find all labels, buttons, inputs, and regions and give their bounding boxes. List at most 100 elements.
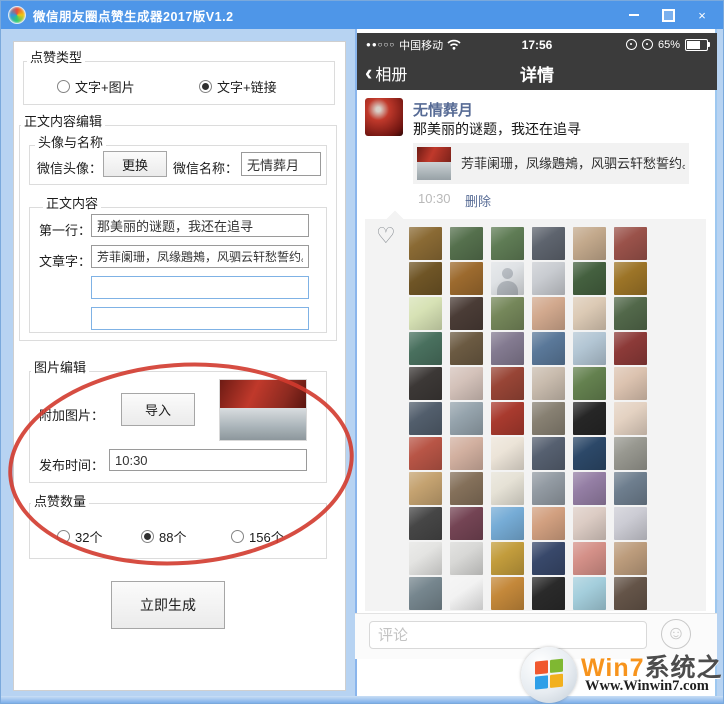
like-avatar[interactable]: [532, 332, 565, 365]
alarm-icon: [642, 39, 653, 50]
like-avatar[interactable]: [532, 262, 565, 295]
like-avatar[interactable]: [409, 542, 442, 575]
extra-line1-input[interactable]: [91, 276, 309, 299]
radio-count-88[interactable]: 88个: [141, 527, 186, 546]
like-avatar[interactable]: [573, 332, 606, 365]
article-text-input[interactable]: [91, 245, 309, 268]
radio-circle-icon[interactable]: [199, 80, 212, 93]
like-avatar[interactable]: [573, 297, 606, 330]
radio-text-image[interactable]: 文字+图片: [57, 77, 135, 96]
like-avatar[interactable]: [532, 577, 565, 610]
like-avatar[interactable]: [532, 472, 565, 505]
like-avatar[interactable]: [532, 437, 565, 470]
like-avatar[interactable]: [409, 402, 442, 435]
like-avatar[interactable]: [450, 402, 483, 435]
like-avatar[interactable]: [409, 262, 442, 295]
like-avatar[interactable]: [573, 507, 606, 540]
like-avatar[interactable]: [532, 367, 565, 400]
like-avatar[interactable]: [409, 367, 442, 400]
like-avatar[interactable]: [614, 227, 647, 260]
generate-button[interactable]: 立即生成: [111, 581, 225, 629]
like-avatar[interactable]: [532, 227, 565, 260]
like-avatar[interactable]: [573, 227, 606, 260]
like-avatar[interactable]: [491, 472, 524, 505]
like-avatar[interactable]: [573, 577, 606, 610]
back-chevron-icon: ‹: [365, 63, 372, 83]
like-avatar[interactable]: [573, 367, 606, 400]
like-avatar[interactable]: [532, 542, 565, 575]
post-author-avatar[interactable]: [365, 98, 403, 136]
like-avatar[interactable]: [409, 577, 442, 610]
wechat-name-input[interactable]: [241, 152, 321, 176]
change-avatar-button[interactable]: 更换: [103, 151, 167, 177]
radio-count-156[interactable]: 156个: [231, 527, 284, 546]
radio-count-32[interactable]: 32个: [57, 527, 102, 546]
like-avatar[interactable]: [614, 437, 647, 470]
like-avatar[interactable]: [450, 472, 483, 505]
like-avatar[interactable]: [491, 367, 524, 400]
like-avatar[interactable]: [614, 542, 647, 575]
publish-time-input[interactable]: [109, 449, 307, 471]
like-avatar[interactable]: [614, 402, 647, 435]
extra-line2-input[interactable]: [91, 307, 309, 330]
like-avatar[interactable]: [409, 472, 442, 505]
like-avatar[interactable]: [614, 332, 647, 365]
like-avatar[interactable]: [409, 227, 442, 260]
like-avatar[interactable]: [614, 262, 647, 295]
like-avatar[interactable]: [491, 227, 524, 260]
like-avatar[interactable]: [491, 542, 524, 575]
maximize-button[interactable]: [661, 8, 675, 22]
delete-link[interactable]: 删除: [465, 191, 491, 210]
post-author-name[interactable]: 无情葬月: [413, 99, 473, 120]
like-avatar[interactable]: [450, 507, 483, 540]
like-avatar[interactable]: [450, 542, 483, 575]
radio-circle-icon[interactable]: [141, 530, 154, 543]
line1-label: 第一行：: [39, 220, 91, 239]
like-avatar[interactable]: [450, 367, 483, 400]
post-link-card[interactable]: 芳菲阑珊，凤缘鶗鴂，风驷云轩愁誓约。: [413, 143, 689, 184]
app-icon: [8, 6, 26, 24]
like-avatar[interactable]: [491, 402, 524, 435]
like-avatar[interactable]: [450, 262, 483, 295]
like-avatar[interactable]: [573, 437, 606, 470]
like-avatar[interactable]: [532, 402, 565, 435]
radio-circle-icon[interactable]: [231, 530, 244, 543]
like-avatar[interactable]: [450, 297, 483, 330]
back-to-album-button[interactable]: ‹ 相册: [365, 61, 407, 85]
like-avatar[interactable]: [409, 332, 442, 365]
like-avatar[interactable]: [614, 367, 647, 400]
like-avatar[interactable]: [573, 402, 606, 435]
line1-input[interactable]: [91, 214, 309, 237]
minimize-button[interactable]: [627, 8, 641, 22]
like-avatar[interactable]: [491, 262, 524, 295]
like-avatar[interactable]: [491, 437, 524, 470]
like-avatar[interactable]: [532, 297, 565, 330]
like-avatar[interactable]: [491, 297, 524, 330]
like-avatar[interactable]: [614, 297, 647, 330]
like-avatar[interactable]: [532, 507, 565, 540]
like-avatar[interactable]: [409, 297, 442, 330]
radio-circle-icon[interactable]: [57, 530, 70, 543]
like-avatar[interactable]: [573, 262, 606, 295]
like-avatar[interactable]: [573, 542, 606, 575]
like-avatar[interactable]: [450, 437, 483, 470]
radio-circle-icon[interactable]: [57, 80, 70, 93]
like-avatar[interactable]: [450, 577, 483, 610]
like-avatar[interactable]: [409, 437, 442, 470]
radio-label: 88个: [159, 527, 186, 546]
like-avatar[interactable]: [491, 507, 524, 540]
like-avatar[interactable]: [409, 507, 442, 540]
window-title: 微信朋友圈点赞生成器2017版V1.2: [33, 6, 234, 25]
close-button[interactable]: ×: [695, 8, 709, 22]
like-avatar[interactable]: [450, 332, 483, 365]
like-avatar[interactable]: [614, 577, 647, 610]
like-avatar[interactable]: [573, 472, 606, 505]
like-avatar[interactable]: [491, 577, 524, 610]
like-avatar[interactable]: [614, 472, 647, 505]
like-avatar[interactable]: [450, 227, 483, 260]
like-avatar[interactable]: [491, 332, 524, 365]
post-text: 那美丽的谜题，我还在追寻: [413, 119, 581, 139]
radio-text-link[interactable]: 文字+链接: [199, 77, 277, 96]
import-image-button[interactable]: 导入: [121, 393, 195, 426]
like-avatar[interactable]: [614, 507, 647, 540]
